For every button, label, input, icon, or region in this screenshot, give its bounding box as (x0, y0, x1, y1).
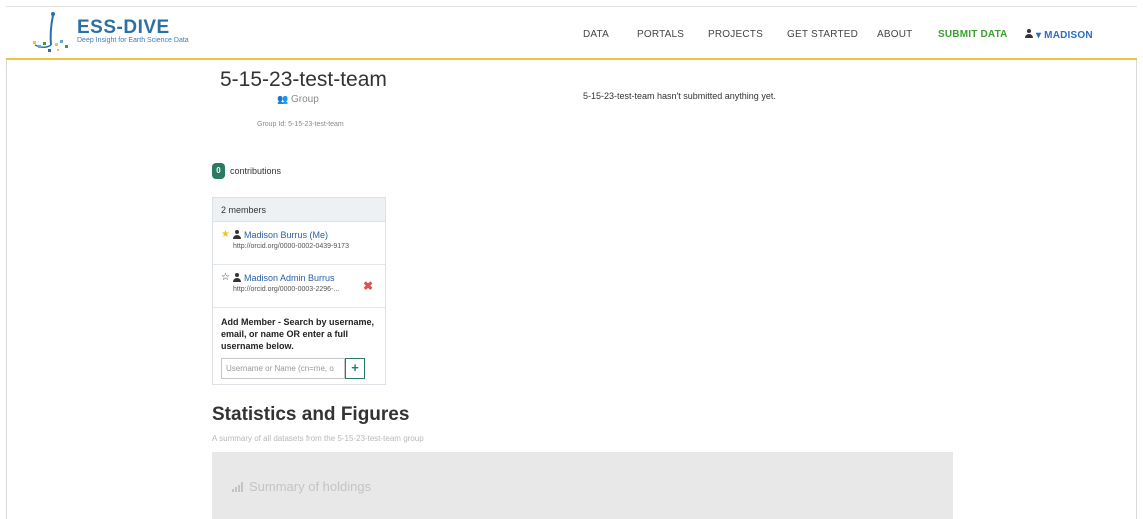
add-member-label: Add Member - Search by username, email, … (221, 317, 375, 351)
remove-member-icon[interactable]: ✖ (363, 279, 373, 293)
ess-dive-logo[interactable]: ESS-DIVE Deep Insight for Earth Science … (29, 11, 189, 55)
statistics-title: Statistics and Figures (212, 404, 410, 425)
group-type-label: Group (291, 94, 319, 105)
summary-label: Summary of holdings (249, 479, 372, 494)
ess-dive-logo-icon (33, 12, 68, 52)
add-member-input[interactable] (221, 358, 345, 379)
nav-submit-data[interactable]: SUBMIT DATA (938, 29, 1008, 40)
group-id: Group Id: 5-15-23-test-team (257, 121, 344, 128)
add-member-section: Add Member - Search by username, email, … (213, 308, 385, 387)
page-frame (6, 6, 1137, 519)
nav-portals[interactable]: PORTALS (637, 29, 684, 40)
star-outline-icon[interactable]: ☆ (221, 272, 230, 283)
members-panel: 2 members ★ Madison Burrus (Me) http://o… (212, 197, 386, 385)
person-icon (232, 273, 241, 282)
contributions-count-badge: 0 (212, 163, 225, 179)
member-name[interactable]: Madison Burrus (Me) (244, 230, 328, 240)
logo-tagline: Deep Insight for Earth Science Data (77, 37, 189, 44)
member-orcid: http://orcid.org/0000-0003-2296-... (233, 286, 340, 293)
contributions-label: contributions (230, 166, 282, 176)
bar-chart-icon (232, 481, 243, 492)
nav-get-started[interactable]: GET STARTED (787, 29, 858, 40)
user-icon (1025, 29, 1033, 38)
nav-projects[interactable]: PROJECTS (708, 29, 763, 40)
person-icon (232, 230, 241, 239)
star-filled-icon[interactable]: ★ (221, 229, 230, 240)
group-title: 5-15-23-test-team (220, 68, 387, 91)
empty-submissions-message: 5-15-23-test-team hasn't submitted anyth… (583, 91, 776, 101)
top-navigation-bar: ESS-DIVE Deep Insight for Earth Science … (6, 6, 1137, 60)
user-menu-label: ▾ MADISON (1035, 30, 1093, 41)
group-icon: 👥 (277, 94, 289, 104)
member-item: ★ Madison Burrus (Me) http://orcid.org/0… (213, 222, 385, 265)
member-orcid: http://orcid.org/0000-0002-0439-9173 (233, 243, 349, 250)
group-type: 👥 Group (277, 94, 319, 105)
add-member-button[interactable]: + (345, 358, 365, 379)
statistics-subtitle: A summary of all datasets from the 5-15-… (212, 434, 424, 443)
logo-wordmark: ESS-DIVE (77, 17, 170, 38)
nav-about[interactable]: ABOUT (877, 29, 912, 40)
members-header: 2 members (213, 198, 385, 222)
member-item: ☆ Madison Admin Burrus http://orcid.org/… (213, 265, 385, 308)
member-name[interactable]: Madison Admin Burrus (244, 273, 335, 283)
nav-data[interactable]: DATA (583, 29, 609, 40)
summary-of-holdings-panel: Summary of holdings (212, 452, 953, 519)
nav-user-menu[interactable]: ▾ MADISON (1025, 29, 1093, 41)
